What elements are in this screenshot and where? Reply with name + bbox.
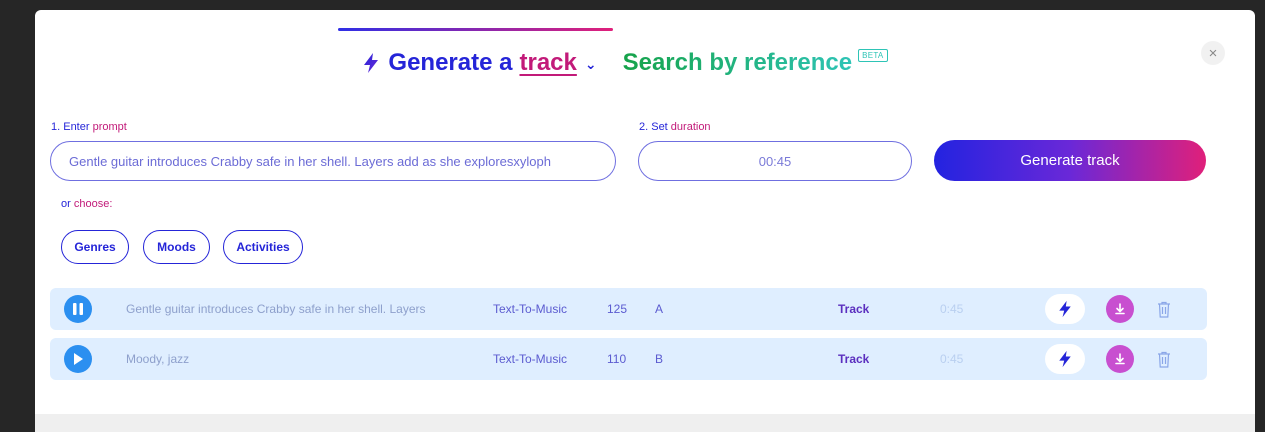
prompt-label: 1. Enter prompt [51,121,127,133]
track-duration: 0:45 [940,302,964,316]
panel-footer-strip [35,414,1255,432]
download-icon[interactable] [1106,345,1134,373]
duration-label-word: duration [670,121,711,133]
bolt-icon[interactable] [1045,294,1085,324]
prompt-label-step: 1. Enter [51,121,93,133]
beta-badge: BETA [858,48,888,62]
track-bpm: 125 [607,302,628,316]
track-kind: Track [838,352,870,366]
track-row[interactable]: Gentle guitar introduces Crabby safe in … [50,288,1207,330]
or-choose-b: choose: [73,198,113,210]
tab-generate-prefix: Generate a [388,49,513,76]
play-icon[interactable] [64,345,92,373]
track-description: Gentle guitar introduces Crabby safe in … [126,302,426,316]
track-kind: Track [838,302,870,316]
or-choose-a: or [61,198,74,210]
tab-generate-track[interactable]: Generate a track ⌄ [362,49,597,77]
prompt-input[interactable] [50,141,616,181]
trash-icon[interactable] [1154,348,1174,370]
chevron-down-icon[interactable]: ⌄ [585,56,597,73]
tab-generate-type-select[interactable]: track [519,49,576,77]
track-bpm: 110 [607,352,627,366]
duration-label-step: 2. Set [639,121,671,133]
genres-chip[interactable]: Genres [61,230,129,264]
track-description: Moody, jazz [126,352,190,366]
download-icon[interactable] [1106,295,1134,323]
duration-input[interactable] [638,141,912,181]
track-duration: 0:45 [940,352,964,366]
pause-icon[interactable] [64,295,92,323]
mode-tabs: Generate a track ⌄ Search by reference B… [0,45,1265,81]
generate-track-button[interactable]: Generate track [934,140,1206,181]
trash-icon[interactable] [1154,298,1174,320]
track-type: Text-To-Music [493,302,568,316]
tab-search-by-reference[interactable]: Search by reference [623,49,852,77]
duration-label: 2. Set duration [639,121,711,133]
or-choose-label: or choose: [61,198,112,210]
moods-chip[interactable]: Moods [143,230,210,264]
track-type: Text-To-Music [493,352,568,366]
close-icon[interactable]: × [1201,41,1225,65]
activities-chip[interactable]: Activities [223,230,303,264]
active-tab-indicator [338,28,613,31]
track-key: A [655,302,664,316]
track-key: B [655,352,664,366]
bolt-icon [364,53,379,73]
bolt-icon[interactable] [1045,344,1085,374]
prompt-label-word: prompt [92,121,127,133]
track-row[interactable]: Moody, jazz Text-To-Music 110 B Track 0:… [50,338,1207,380]
